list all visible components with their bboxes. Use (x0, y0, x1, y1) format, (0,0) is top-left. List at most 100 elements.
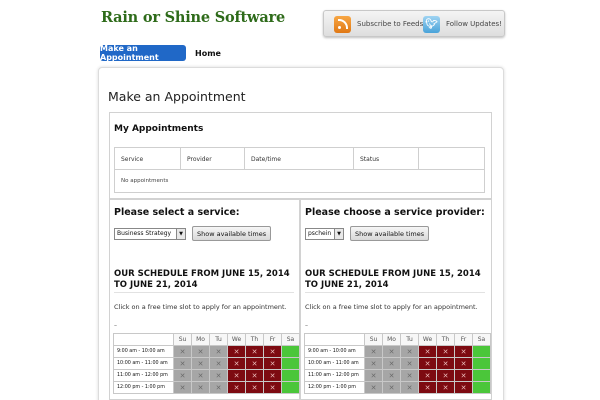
day-header: Th (436, 333, 455, 346)
time-slot-label: 12:00 pm - 1:00 pm (113, 381, 174, 394)
unavailable-slot: ✕ (400, 381, 419, 394)
grid-header-row: Su Mo Tu We Th Fr Sa (113, 333, 300, 346)
booked-slot: ✕ (227, 345, 246, 358)
time-slot-row: 11:00 am - 12:00 pm ✕ ✕ ✕ ✕ ✕ ✕ (113, 369, 300, 382)
day-header: Fr (454, 333, 473, 346)
day-header: Su (364, 333, 383, 346)
grid-body: 9:00 am - 10:00 am ✕ ✕ ✕ ✕ ✕ ✕ 10:00 am - 11:00… (304, 345, 491, 394)
free-slot[interactable] (472, 381, 491, 394)
close-icon: ✕ (388, 383, 395, 392)
schedule-grid-left: Su Mo Tu We Th Fr Sa 9:00 am - 10:00 am ✕… (113, 333, 300, 394)
unavailable-slot: ✕ (173, 345, 192, 358)
close-icon: ✕ (251, 347, 258, 356)
close-icon: ✕ (424, 371, 431, 380)
close-icon: ✕ (388, 359, 395, 368)
close-icon: ✕ (251, 371, 258, 380)
unavailable-slot: ✕ (173, 381, 192, 394)
close-icon: ✕ (424, 347, 431, 356)
close-icon: ✕ (233, 359, 240, 368)
schedule-grid-right: Su Mo Tu We Th Fr Sa 9:00 am - 10:00 am ✕… (304, 333, 491, 394)
schedule-title-left: OUR SCHEDULE FROM JUNE 15, 2014 TO JUNE … (114, 269, 290, 290)
nav-make-appointment[interactable]: Make an Appointment (100, 44, 186, 62)
appointments-table: Service Provider Date/time Status No app… (114, 147, 485, 193)
close-icon: ✕ (269, 383, 276, 392)
close-icon: ✕ (442, 359, 449, 368)
booked-slot: ✕ (436, 369, 455, 382)
unavailable-slot: ✕ (173, 369, 192, 382)
close-icon: ✕ (197, 359, 204, 368)
unavailable-slot: ✕ (364, 345, 383, 358)
provider-select-title: Please choose a service provider: (305, 207, 485, 218)
unavailable-slot: ✕ (191, 369, 210, 382)
close-icon: ✕ (370, 359, 377, 368)
close-icon: ✕ (269, 359, 276, 368)
free-slot[interactable] (281, 345, 300, 358)
unavailable-slot: ✕ (209, 345, 228, 358)
close-icon: ✕ (370, 371, 377, 380)
provider-select-row: pschein ▼ Show available times (305, 226, 430, 241)
day-header: Tu (209, 333, 228, 346)
unavailable-slot: ✕ (382, 381, 401, 394)
grid-corner (304, 333, 365, 346)
free-slot[interactable] (281, 369, 300, 382)
schedule-note-right: Click on a free time slot to apply for a… (305, 303, 478, 311)
close-icon: ✕ (460, 371, 467, 380)
schedule-dash-left: – (114, 322, 117, 329)
unavailable-slot: ✕ (382, 357, 401, 370)
close-icon: ✕ (215, 371, 222, 380)
provider-select[interactable]: pschein ▼ (305, 227, 344, 240)
divider (305, 292, 485, 293)
booked-slot: ✕ (245, 381, 264, 394)
grid-body: 9:00 am - 10:00 am ✕ ✕ ✕ ✕ ✕ ✕ 10:00 am - 11:00… (113, 345, 300, 394)
time-slot-row: 9:00 am - 10:00 am ✕ ✕ ✕ ✕ ✕ ✕ (304, 345, 491, 358)
free-slot[interactable] (472, 357, 491, 370)
free-slot[interactable] (281, 381, 300, 394)
close-icon: ✕ (442, 371, 449, 380)
subscribe-feeds-link[interactable]: Subscribe to Feeds (334, 14, 423, 34)
grid-corner (113, 333, 174, 346)
close-icon: ✕ (233, 371, 240, 380)
free-slot[interactable] (472, 369, 491, 382)
unavailable-slot: ✕ (173, 357, 192, 370)
schedule-note-left: Click on a free time slot to apply for a… (114, 303, 287, 311)
day-header: Sa (472, 333, 491, 346)
unavailable-slot: ✕ (209, 381, 228, 394)
unavailable-slot: ✕ (364, 357, 383, 370)
provider-select-value: pschein (308, 230, 332, 237)
service-select[interactable]: Business Strategy ▼ (114, 227, 186, 240)
close-icon: ✕ (179, 359, 186, 368)
service-show-times-button[interactable]: Show available times (192, 226, 272, 241)
booked-slot: ✕ (436, 345, 455, 358)
free-slot[interactable] (281, 357, 300, 370)
site-logo[interactable]: Rain or Shine Software (101, 9, 285, 26)
booked-slot: ✕ (245, 369, 264, 382)
bird-icon: 🐦︎ (423, 15, 440, 33)
time-slot-label: 11:00 am - 12:00 pm (113, 369, 174, 382)
service-select-row: Business Strategy ▼ Show available times (114, 226, 272, 241)
close-icon: ✕ (424, 383, 431, 392)
col-datetime: Date/time (245, 148, 354, 170)
schedule-title-right: OUR SCHEDULE FROM JUNE 15, 2014 TO JUNE … (305, 269, 481, 290)
rss-icon (334, 15, 351, 33)
close-icon: ✕ (388, 371, 395, 380)
close-icon: ✕ (215, 347, 222, 356)
chevron-down-icon: ▼ (176, 228, 185, 239)
booked-slot: ✕ (418, 381, 437, 394)
time-slot-row: 10:00 am - 11:00 am ✕ ✕ ✕ ✕ ✕ ✕ (304, 357, 491, 370)
my-appointments-title: My Appointments (114, 124, 204, 134)
provider-show-times-button[interactable]: Show available times (350, 226, 430, 241)
follow-updates-link[interactable]: 🐦︎ Follow Updates! (423, 14, 502, 34)
day-header: We (418, 333, 437, 346)
social-bar: Subscribe to Feeds 🐦︎ Follow Updates! (323, 10, 505, 37)
unavailable-slot: ✕ (209, 357, 228, 370)
time-slot-label: 9:00 am - 10:00 am (113, 345, 174, 358)
day-header: Sa (281, 333, 300, 346)
time-slot-label: 10:00 am - 11:00 am (304, 357, 365, 370)
free-slot[interactable] (472, 345, 491, 358)
close-icon: ✕ (179, 383, 186, 392)
unavailable-slot: ✕ (400, 345, 419, 358)
close-icon: ✕ (251, 383, 258, 392)
time-slot-row: 12:00 pm - 1:00 pm ✕ ✕ ✕ ✕ ✕ ✕ (113, 381, 300, 394)
booked-slot: ✕ (418, 345, 437, 358)
nav-home[interactable]: Home (195, 45, 221, 61)
